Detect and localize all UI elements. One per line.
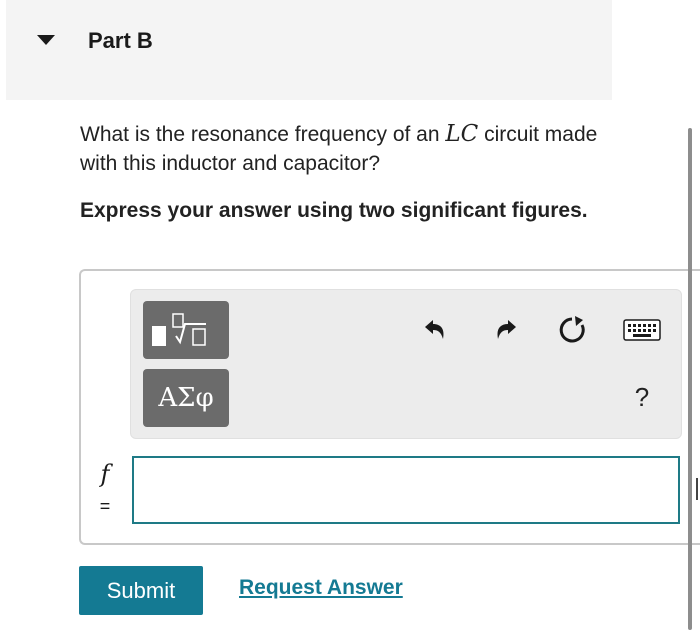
keyboard-icon bbox=[623, 319, 661, 341]
templates-sqrt-icon bbox=[152, 313, 206, 346]
scrollbar[interactable] bbox=[688, 128, 692, 630]
help-button[interactable]: ? bbox=[628, 382, 656, 413]
reset-icon bbox=[559, 316, 585, 343]
keyboard-button[interactable] bbox=[622, 312, 662, 348]
question-text-before: What is the resonance frequency of an bbox=[80, 123, 446, 146]
answer-instruction: Express your answer using two significan… bbox=[80, 199, 588, 222]
answer-variable-label: f bbox=[100, 460, 110, 488]
answer-input[interactable] bbox=[132, 456, 680, 524]
greek-symbols-button[interactable]: ΑΣφ bbox=[143, 369, 229, 427]
redo-button[interactable] bbox=[489, 312, 525, 348]
part-title: Part B bbox=[88, 28, 153, 53]
redo-icon bbox=[497, 320, 516, 339]
templates-button[interactable] bbox=[143, 301, 229, 359]
undo-button[interactable] bbox=[416, 312, 452, 348]
edge-divider bbox=[696, 478, 698, 500]
submit-button[interactable]: Submit bbox=[79, 566, 203, 615]
answer-equals-sign: = bbox=[99, 496, 111, 516]
part-header[interactable]: Part B bbox=[6, 0, 612, 100]
undo-icon bbox=[425, 320, 444, 339]
question-math: LC bbox=[445, 121, 479, 147]
collapse-caret-icon[interactable] bbox=[37, 35, 55, 45]
reset-button[interactable] bbox=[554, 312, 590, 348]
question-text: What is the resonance frequency of an LC… bbox=[80, 120, 620, 178]
request-answer-link[interactable]: Request Answer bbox=[239, 576, 403, 600]
